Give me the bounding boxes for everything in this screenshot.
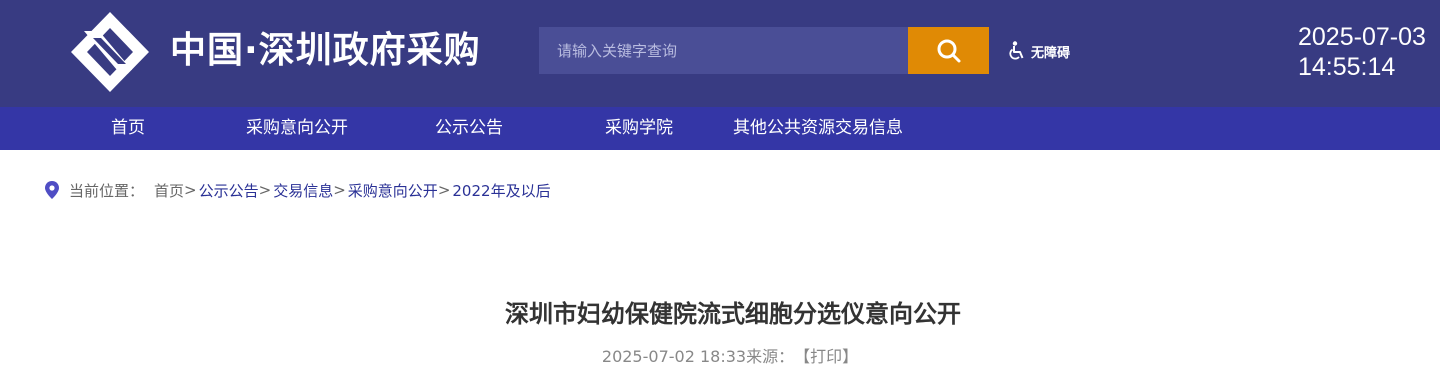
breadcrumb-trading-info[interactable]: 交易信息 bbox=[273, 180, 333, 201]
accessibility-button[interactable]: 无障碍 bbox=[1008, 40, 1070, 62]
nav-item-home[interactable]: 首页 bbox=[111, 107, 145, 150]
location-pin-icon bbox=[45, 181, 59, 199]
search-icon bbox=[937, 39, 960, 62]
nav-item-procurement-intention[interactable]: 采购意向公开 bbox=[246, 107, 348, 150]
print-link[interactable]: 【打印】 bbox=[802, 347, 858, 366]
accessibility-label: 无障碍 bbox=[1031, 45, 1071, 61]
breadcrumb-home[interactable]: 首页 bbox=[154, 180, 184, 201]
breadcrumb-separator: > bbox=[437, 181, 451, 199]
wheelchair-icon bbox=[1009, 41, 1024, 60]
search-input[interactable] bbox=[539, 27, 908, 74]
clock-time: 14:55:14 bbox=[1298, 53, 1396, 81]
clock-date: 2025-07-03 bbox=[1298, 23, 1426, 51]
nav-item-academy[interactable]: 采购学院 bbox=[605, 107, 673, 150]
site-header: 中国·深圳政府采购 无障碍 2025-07-03 14:55:14 bbox=[0, 0, 1440, 107]
article-datetime: 2025-07-02 18:33 bbox=[601, 347, 747, 366]
nav-item-other-trading-info[interactable]: 其他公共资源交易信息 bbox=[733, 107, 903, 150]
article-title: 深圳市妇幼保健院流式细胞分选仪意向公开 bbox=[505, 300, 961, 328]
breadcrumb-2022-and-later[interactable]: 2022年及以后 bbox=[452, 180, 550, 201]
header-clock: 2025-07-03 14:55:14 bbox=[1298, 22, 1426, 82]
breadcrumb-announcements[interactable]: 公示公告 bbox=[199, 180, 259, 201]
breadcrumb-prefix: 当前位置： bbox=[69, 181, 145, 200]
article-meta: 2025-07-02 18:33来源： 【打印】 bbox=[0, 344, 1440, 370]
site-title[interactable]: 中国·深圳政府采购 bbox=[170, 26, 481, 76]
article-source-label: 来源： bbox=[746, 347, 795, 366]
breadcrumb: 当前位置： 首页 > 公示公告 > 交易信息 > 采购意向公开 > 2022年及… bbox=[45, 179, 551, 201]
breadcrumb-separator: > bbox=[184, 181, 197, 199]
main-nav: 首页 采购意向公开 公示公告 采购学院 其他公共资源交易信息 bbox=[0, 107, 1440, 150]
breadcrumb-procurement-intention[interactable]: 采购意向公开 bbox=[348, 180, 438, 201]
site-logo-icon[interactable] bbox=[71, 12, 149, 92]
breadcrumb-separator: > bbox=[333, 181, 346, 199]
nav-item-announcements[interactable]: 公示公告 bbox=[435, 107, 503, 150]
breadcrumb-separator: > bbox=[258, 181, 272, 199]
search-button[interactable] bbox=[908, 27, 989, 74]
